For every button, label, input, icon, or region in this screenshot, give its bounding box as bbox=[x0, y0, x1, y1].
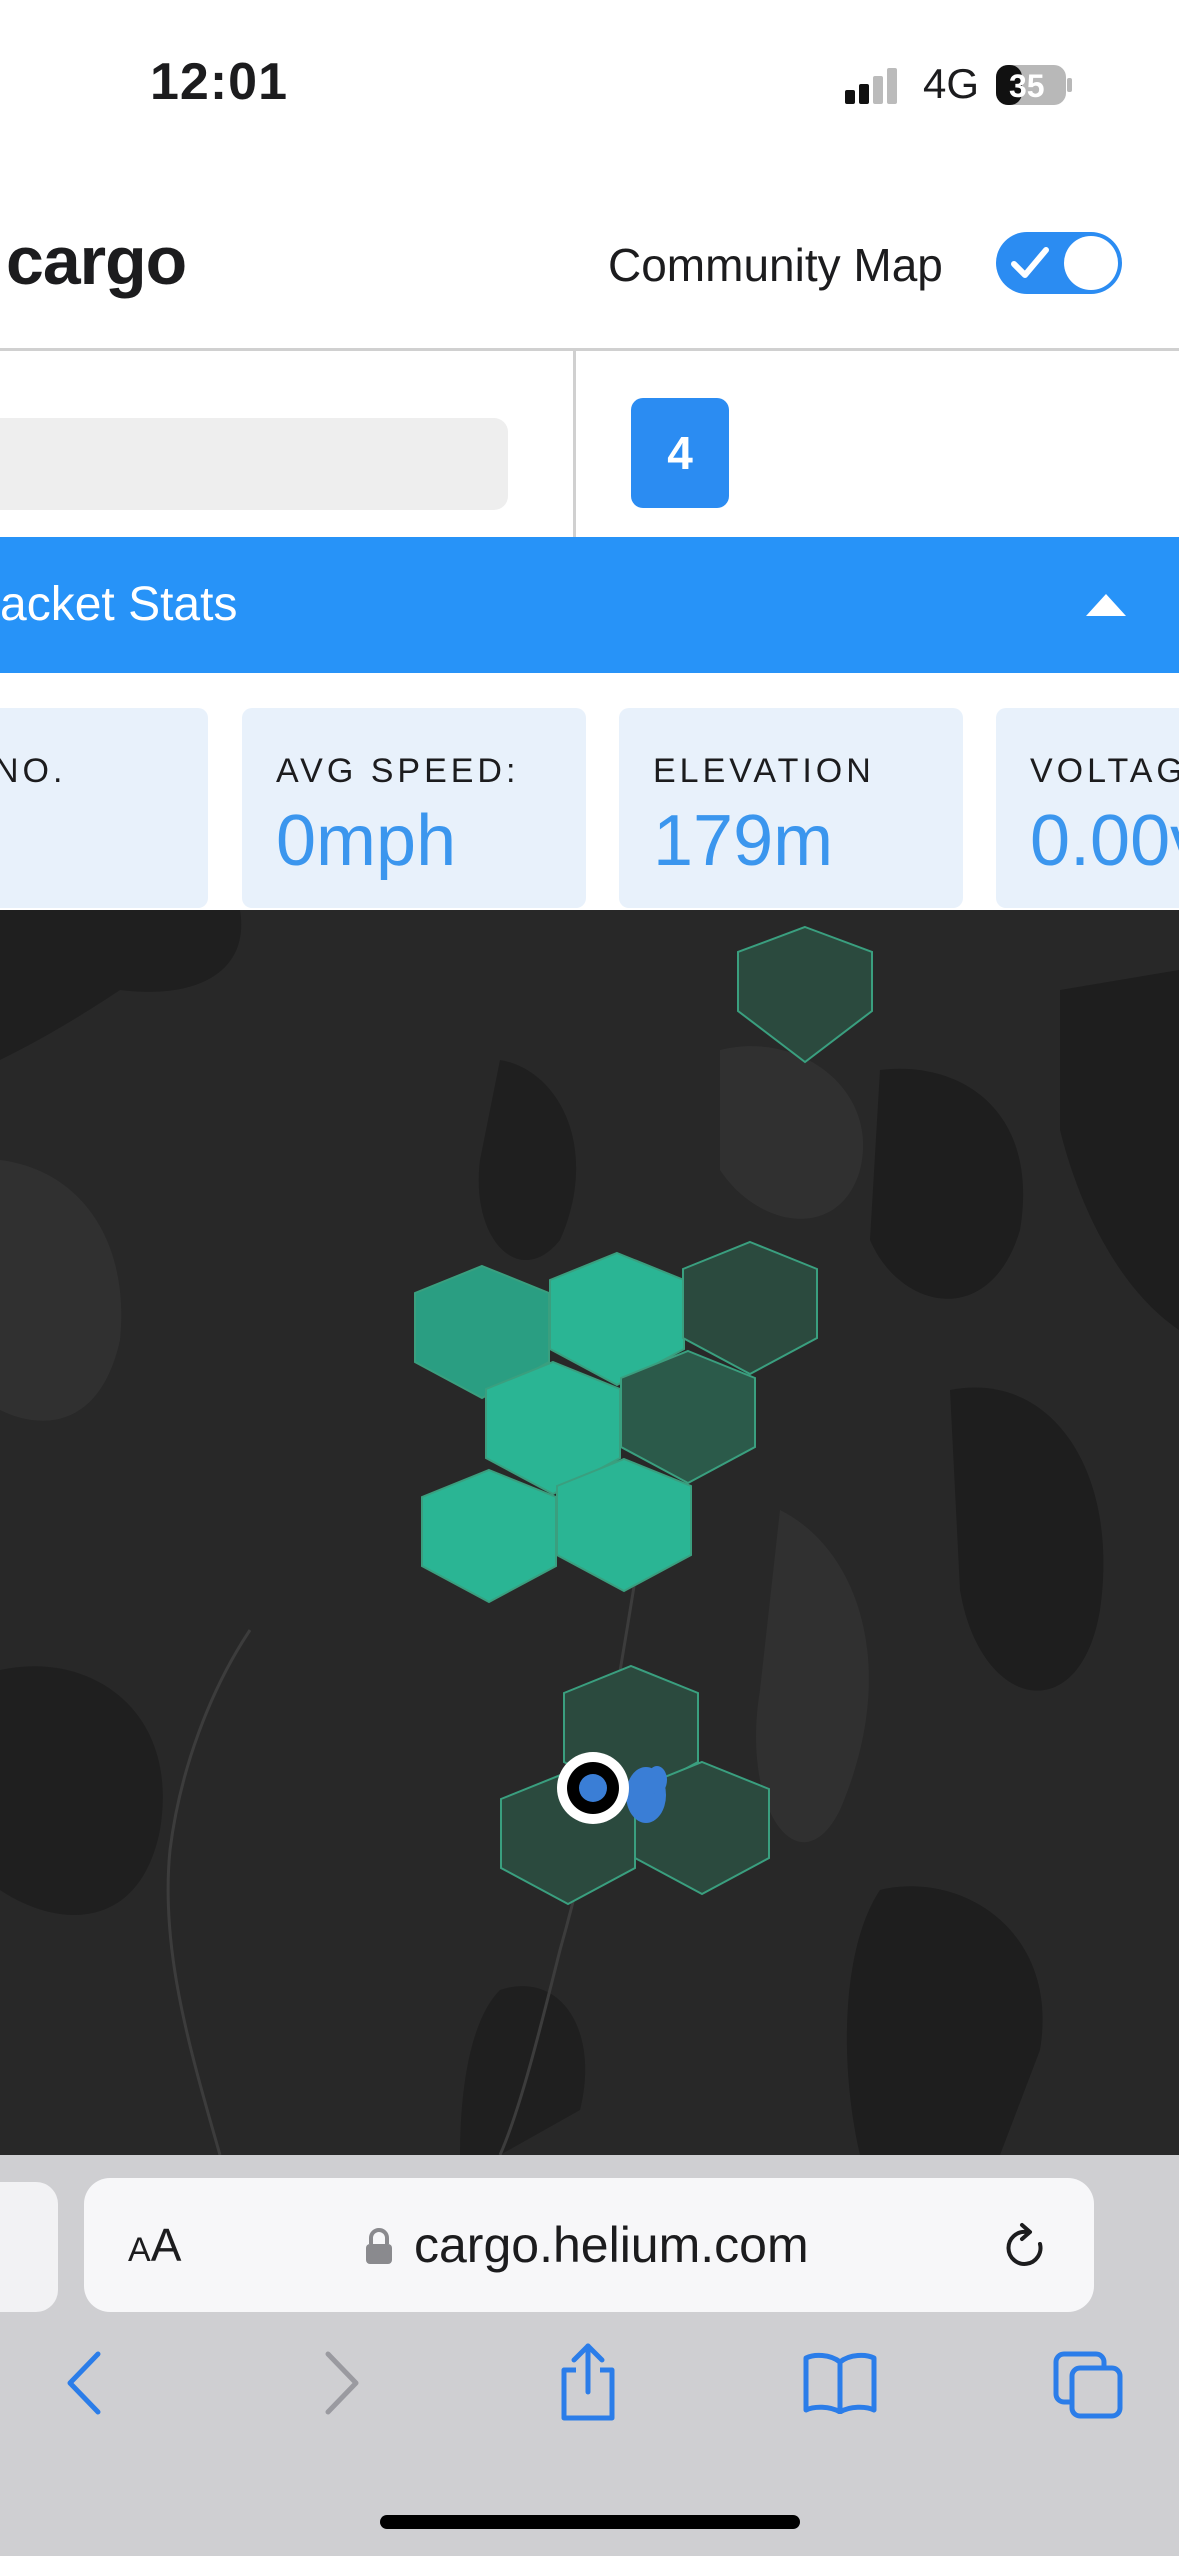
terrain-shape bbox=[756, 1510, 869, 1843]
lock-icon bbox=[366, 2228, 392, 2264]
terrain-shape bbox=[870, 1068, 1024, 1299]
checkmark-icon bbox=[1011, 247, 1049, 278]
toggle-knob bbox=[1064, 236, 1118, 290]
terrain-shape bbox=[478, 1060, 577, 1261]
forward-icon[interactable] bbox=[322, 2350, 362, 2416]
terrain-shape bbox=[950, 1387, 1104, 1691]
battery-level: 35 bbox=[1009, 68, 1045, 104]
community-map-label: Community Map bbox=[608, 239, 943, 291]
map-canvas[interactable] bbox=[0, 910, 1179, 2155]
stat-card-voltage: VOLTAG 0.00v bbox=[996, 708, 1179, 908]
status-time: 12:01 bbox=[150, 53, 288, 111]
packet-marker[interactable] bbox=[647, 1766, 667, 1794]
text-size-large-a: A bbox=[150, 2219, 182, 2271]
device-select-input[interactable] bbox=[0, 418, 508, 510]
row-divider bbox=[573, 351, 576, 537]
url-text[interactable]: cargo.helium.com bbox=[414, 2216, 809, 2274]
coverage-hex[interactable] bbox=[620, 1349, 756, 1485]
terrain-shape bbox=[0, 1666, 163, 1915]
stat-label: ELEVATION bbox=[653, 752, 875, 790]
stat-label: AVG SPEED: bbox=[276, 752, 520, 790]
cellular-signal-icon bbox=[845, 68, 897, 104]
tabs-icon[interactable] bbox=[1052, 2350, 1124, 2420]
stat-label: NO. bbox=[0, 752, 67, 790]
app-logo-title[interactable]: cargo bbox=[6, 222, 187, 300]
community-map-toggle[interactable] bbox=[996, 232, 1122, 294]
stat-card-avg-speed: AVG SPEED: 0mph bbox=[242, 708, 586, 908]
road-line bbox=[166, 1629, 252, 2155]
battery-icon: 35 bbox=[995, 64, 1073, 106]
terrain-shape bbox=[460, 1986, 586, 2155]
bookmarks-icon[interactable] bbox=[802, 2352, 878, 2414]
reload-icon[interactable] bbox=[1002, 2222, 1050, 2274]
home-indicator bbox=[380, 2515, 800, 2529]
packet-stats-label: acket Stats bbox=[0, 578, 238, 631]
stat-value: 0.00v bbox=[1030, 801, 1179, 881]
coverage-hex[interactable] bbox=[682, 1240, 818, 1376]
network-type: 4G bbox=[923, 60, 980, 107]
stat-value: 179m bbox=[653, 801, 834, 881]
text-size-button[interactable]: AA bbox=[128, 2218, 181, 2272]
terrain-shape bbox=[846, 1886, 1043, 2155]
terrain-shape bbox=[0, 910, 242, 1060]
stat-value: 0mph bbox=[276, 801, 457, 881]
stat-card-sequence: NO. bbox=[0, 708, 208, 908]
coverage-hex[interactable] bbox=[556, 1457, 692, 1593]
terrain-shape bbox=[1060, 970, 1179, 1330]
terrain-shape bbox=[720, 1046, 864, 1219]
text-size-small-a: A bbox=[128, 2231, 151, 2269]
coverage-hex[interactable] bbox=[737, 925, 873, 1064]
header-divider bbox=[0, 348, 1179, 351]
back-icon[interactable] bbox=[64, 2350, 104, 2416]
terrain-shape bbox=[0, 1160, 122, 1421]
caret-up-icon[interactable] bbox=[1086, 592, 1126, 616]
map-view[interactable] bbox=[0, 910, 1179, 2155]
share-icon[interactable] bbox=[556, 2342, 620, 2422]
hotspot-count-badge[interactable]: 4 bbox=[631, 398, 729, 508]
stat-label: VOLTAG bbox=[1030, 752, 1179, 790]
stat-card-elevation: ELEVATION 179m bbox=[619, 708, 963, 908]
current-location-dot bbox=[579, 1774, 607, 1802]
coverage-hex[interactable] bbox=[421, 1468, 557, 1604]
previous-tab-peek[interactable] bbox=[0, 2182, 58, 2312]
